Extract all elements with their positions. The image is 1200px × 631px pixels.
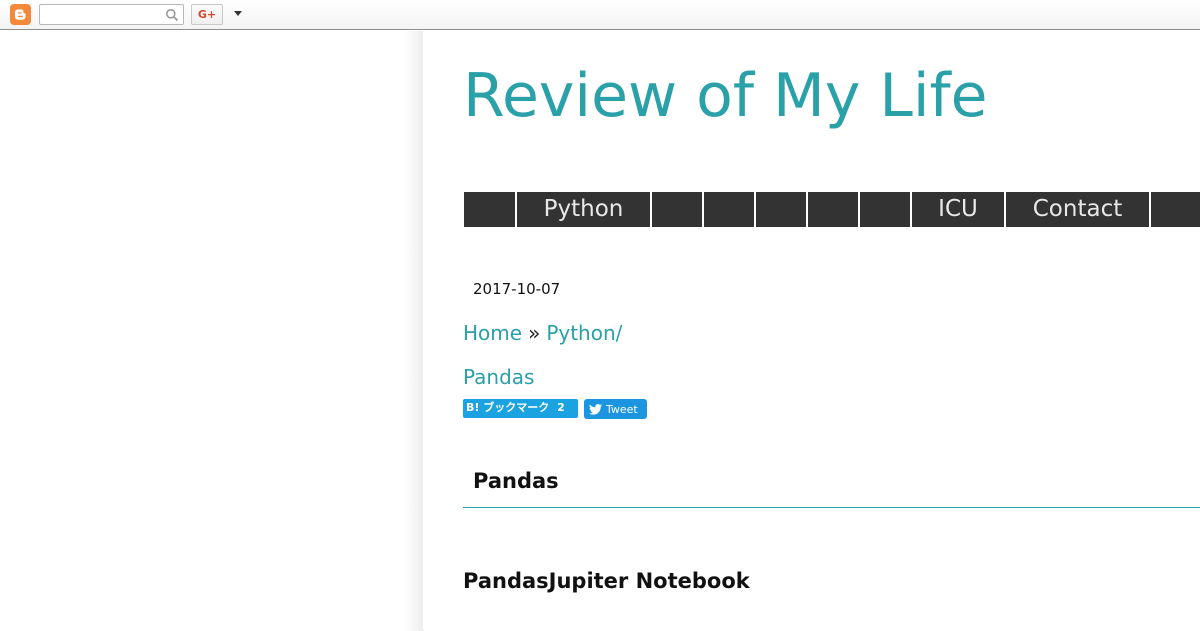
blog-content: Review of My Life Python ICU Contact 201… (423, 31, 1200, 630)
tweet-button[interactable]: Tweet (584, 399, 647, 419)
menu-item-6[interactable] (808, 192, 858, 227)
hatena-bookmark-button[interactable]: B! ブックマーク 2 (463, 399, 578, 418)
menu-item-1[interactable] (464, 192, 515, 227)
blog-title[interactable]: Review of My Life (463, 61, 988, 131)
section-heading: PandasJupiter Notebook (463, 569, 750, 593)
breadcrumb-category-link[interactable]: Python/ (546, 321, 622, 345)
hatena-bookmark-count: 2 (557, 401, 565, 414)
post-title: Pandas (473, 469, 559, 493)
search-icon[interactable] (165, 8, 179, 22)
navbar-search-box (39, 4, 184, 25)
twitter-bird-icon (589, 403, 602, 415)
menu-item-4[interactable] (704, 192, 754, 227)
post-date: 2017-10-07 (473, 280, 561, 298)
blogger-navbar: G+ (0, 0, 1200, 30)
hatena-bookmark-label: ブックマーク (483, 401, 550, 414)
main-menu: Python ICU Contact (464, 192, 1200, 227)
menu-item-icu[interactable]: ICU (912, 192, 1004, 227)
breadcrumb-home-link[interactable]: Home (463, 321, 522, 345)
menu-item-python[interactable]: Python (517, 192, 650, 227)
navbar-search-input[interactable] (44, 7, 162, 22)
breadcrumb-separator: » (528, 321, 541, 345)
tweet-label: Tweet (606, 402, 638, 416)
breadcrumb-current-link[interactable]: Pandas (463, 365, 534, 389)
caret-down-icon[interactable] (234, 11, 242, 16)
title-divider (463, 507, 1200, 508)
blogger-icon[interactable] (10, 4, 31, 25)
google-plus-button[interactable]: G+ (191, 4, 223, 25)
menu-item-contact[interactable]: Contact (1006, 192, 1149, 227)
content-shadow (404, 31, 424, 631)
hatena-bookmark-icon: B! (466, 401, 480, 414)
menu-item-10[interactable] (1151, 192, 1200, 227)
menu-item-7[interactable] (860, 192, 910, 227)
menu-item-3[interactable] (652, 192, 702, 227)
menu-item-5[interactable] (756, 192, 806, 227)
breadcrumb: Home» Python/ (463, 321, 622, 345)
